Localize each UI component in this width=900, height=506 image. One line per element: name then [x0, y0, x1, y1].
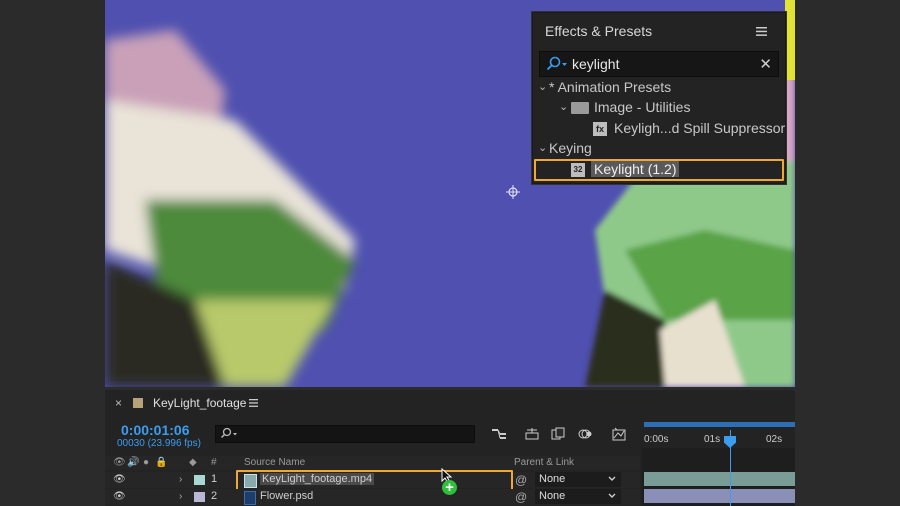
visibility-eye-icon[interactable]: 👁 [113, 474, 126, 486]
tree-label: * Animation Presets [549, 79, 672, 95]
right-gutter [795, 0, 900, 506]
left-gutter [0, 0, 105, 506]
timeline-search-field[interactable] [215, 425, 475, 443]
label-column-icon[interactable]: ◆ [189, 457, 197, 468]
graph-editor-icon[interactable] [611, 427, 627, 441]
ruler-tick: 01s [704, 434, 721, 445]
timeline-tab[interactable]: × KeyLight_footage [105, 390, 795, 416]
eye-icon[interactable]: 👁 [113, 457, 126, 468]
ruler-tick: 02s [766, 434, 783, 445]
pick-whip-icon[interactable]: @ [515, 490, 527, 504]
search-value: keylight [572, 56, 620, 72]
chevron-down-icon[interactable] [608, 476, 616, 482]
tree-image-utilities[interactable]: ⌄ Image - Utilities [533, 98, 785, 118]
time-ruler[interactable]: 0:00s 01s 02s [642, 420, 795, 448]
frame-fps: 00030 (23.996 fps) [117, 438, 201, 449]
ruler-tick: 0:00s [644, 434, 669, 445]
tree-keying[interactable]: ⌄ Keying [533, 139, 785, 159]
layer-duration-bar[interactable] [644, 472, 795, 486]
panel-menu-icon[interactable] [249, 399, 258, 407]
comp-tab-name: KeyLight_footage [153, 396, 247, 410]
layer-label-color[interactable] [194, 492, 205, 502]
parent-dropdown[interactable]: None [535, 489, 621, 504]
panel-title: Effects & Presets [545, 23, 653, 39]
lock-icon[interactable]: 🔒 [155, 457, 167, 468]
pick-whip-icon[interactable]: @ [515, 473, 527, 487]
work-area-bar[interactable] [644, 422, 795, 427]
preset-icon: fx [593, 122, 607, 136]
clear-search-icon[interactable]: ✕ [759, 55, 772, 73]
audio-icon[interactable]: 🔊 [127, 457, 139, 468]
search-icon[interactable] [546, 56, 568, 72]
layer-name[interactable]: Flower.psd [260, 490, 313, 502]
search-icon[interactable] [220, 427, 240, 440]
layer-drop-highlight [236, 470, 513, 491]
comp-flowchart-icon[interactable] [491, 427, 507, 441]
layer-number: 1 [211, 473, 218, 485]
column-number: # [211, 457, 217, 468]
tree-label: Keyligh...d Spill Suppressor [614, 120, 786, 136]
draft-3d-icon[interactable] [524, 427, 540, 441]
tree-label: Image - Utilities [594, 99, 691, 115]
folder-icon [571, 102, 589, 114]
layer-number: 2 [211, 490, 218, 502]
tree-label: Keying [549, 140, 592, 156]
parent-dropdown[interactable]: None [535, 472, 621, 487]
add-copy-icon: + [442, 480, 457, 495]
layer-column-header: 👁 🔊 ● 🔒 ◆ # Source Name Parent & Link [105, 456, 640, 470]
time-graph[interactable]: 0:00s 01s 02s [642, 420, 795, 506]
close-icon[interactable]: × [115, 396, 122, 410]
expand-chevron-icon[interactable]: › [179, 474, 182, 486]
current-timecode[interactable]: 0:00:01:06 [121, 422, 190, 438]
keylight-highlight [534, 159, 784, 181]
parent-value: None [539, 490, 566, 502]
comp-color-swatch [133, 398, 143, 408]
parent-value: None [539, 473, 566, 485]
frame-blending-icon[interactable] [550, 427, 566, 441]
solo-icon[interactable]: ● [143, 457, 149, 468]
psd-file-icon [244, 491, 256, 505]
layer-row[interactable]: 👁 › 2 Flower.psd @ None [105, 489, 640, 505]
expand-chevron-icon[interactable]: › [179, 491, 182, 503]
effects-presets-panel: Effects & Presets keylight ✕ ⌄ * Animati… [532, 12, 786, 184]
tree-spill-suppressor[interactable]: fx Keyligh...d Spill Suppressor [533, 119, 785, 139]
visibility-eye-icon[interactable]: 👁 [113, 491, 126, 503]
chevron-down-icon[interactable]: ⌄ [538, 141, 547, 154]
motion-blur-icon[interactable] [577, 427, 593, 441]
column-source-name[interactable]: Source Name [244, 457, 305, 468]
effects-search-field[interactable]: keylight ✕ [539, 51, 779, 77]
chevron-down-icon[interactable]: ⌄ [559, 100, 568, 113]
layer-duration-bar[interactable] [644, 489, 795, 503]
tree-animation-presets[interactable]: ⌄ * Animation Presets [533, 78, 785, 98]
column-parent-link[interactable]: Parent & Link [514, 457, 574, 468]
anchor-point-icon[interactable] [506, 185, 520, 199]
layer-label-color[interactable] [194, 475, 205, 485]
panel-menu-icon[interactable] [756, 27, 767, 36]
chevron-down-icon[interactable] [608, 493, 616, 499]
chevron-down-icon[interactable]: ⌄ [538, 80, 547, 93]
